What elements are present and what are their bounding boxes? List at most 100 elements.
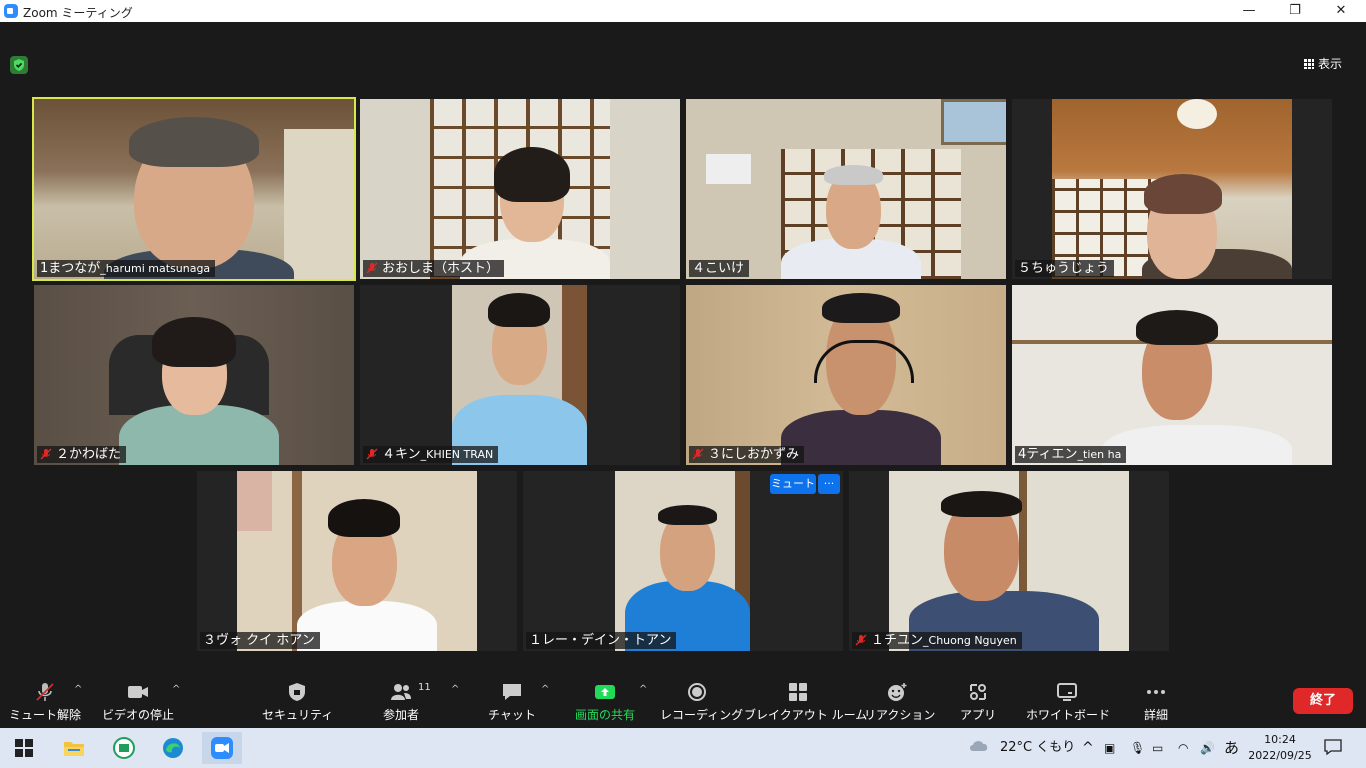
zoom-taskbar-icon[interactable] — [202, 732, 242, 764]
more-label: 詳細 — [1143, 708, 1168, 722]
video-tile[interactable]: １レー・デイン・トアン — [523, 471, 843, 651]
participant-video — [686, 99, 1006, 279]
security-button[interactable]: セキュリティ — [262, 674, 333, 728]
muted-mic-icon — [40, 448, 52, 460]
participant-video — [360, 99, 680, 279]
smiley-plus-icon — [888, 683, 907, 701]
video-camera-icon — [128, 686, 148, 698]
person-body — [1102, 425, 1292, 465]
video-tile[interactable]: ４こいけ — [686, 99, 1006, 279]
store-app-icon[interactable] — [104, 732, 144, 764]
whiteboard-label: ホワイトボード — [1026, 708, 1111, 722]
chat-button[interactable]: チャット — [482, 674, 542, 728]
person-hair — [152, 317, 236, 367]
participants-count: 11 — [418, 682, 431, 693]
participant-name-tag: ３ヴォ クイ ホアン — [200, 632, 320, 649]
edge-browser-icon[interactable] — [153, 732, 193, 764]
title-bar: Zoom ミーティング — ❐ ✕ — [0, 0, 1366, 22]
video-tile[interactable]: １チユン_Chuong Nguyen — [849, 471, 1169, 651]
microphone-tray-icon[interactable]: 🎙 — [1130, 728, 1145, 768]
video-tile[interactable]: 4ティエン_tien ha — [1012, 285, 1332, 465]
breakout-rooms-button[interactable]: ブレイクアウト ルーム — [744, 674, 867, 728]
muted-mic-icon — [855, 634, 867, 646]
view-label: 表示 — [1318, 57, 1343, 71]
video-tile[interactable]: ４キン_KHIEN TRAN — [360, 285, 680, 465]
record-label: レコーディング — [660, 708, 744, 722]
video-tile[interactable]: ５ちゅうじょう — [1012, 99, 1332, 279]
windows-start-icon[interactable] — [4, 732, 44, 764]
participant-video — [34, 285, 354, 465]
restore-button[interactable]: ❐ — [1272, 0, 1318, 22]
file-explorer-icon[interactable] — [54, 732, 94, 764]
view-button[interactable]: 表示 — [1304, 54, 1356, 74]
participant-name-tag: ３にしおかずみ — [689, 446, 805, 463]
windows-taskbar: 22°C くもり ^ ▣ 🎙 ▭ ◠ 🔊 あ 10:24 2022/09/25 — [0, 728, 1366, 768]
participant-name-tag: 1まつなが_harumi matsunaga — [37, 260, 216, 277]
whiteboard-button[interactable]: ホワイトボード — [1026, 674, 1111, 728]
tray-chevron-up-icon[interactable]: ^ — [1082, 728, 1094, 768]
minimize-button[interactable]: — — [1226, 0, 1272, 22]
video-tile[interactable]: 1まつなが_harumi matsunaga — [32, 97, 356, 281]
chat-label: チャット — [488, 708, 536, 722]
zoom-logo-icon — [4, 4, 18, 18]
video-tile[interactable]: ２かわばた — [34, 285, 354, 465]
wifi-icon[interactable]: ◠ — [1178, 728, 1188, 768]
grid-view-icon — [1304, 59, 1314, 69]
volume-icon[interactable]: 🔊 — [1200, 728, 1215, 768]
participant-name-tag: １レー・デイン・トアン — [526, 632, 677, 649]
video-tile[interactable]: おおしま（ホスト） — [360, 99, 680, 279]
participant-video — [1052, 99, 1292, 279]
person-hair — [494, 147, 570, 202]
participant-video — [686, 285, 1006, 465]
participant-name-tag: ２かわばた — [37, 446, 127, 463]
person-hair — [488, 293, 550, 327]
encryption-shield-icon[interactable] — [10, 56, 28, 74]
more-dots-icon — [1147, 690, 1165, 694]
unmute-button[interactable]: ミュート解除 — [8, 674, 82, 728]
reactions-button[interactable]: リアクション — [864, 674, 935, 728]
network-drive-icon[interactable]: ▣ — [1104, 728, 1115, 768]
wall-picture — [941, 99, 1006, 145]
ime-indicator[interactable]: あ — [1224, 728, 1239, 768]
participant-name-tag: ５ちゅうじょう — [1015, 260, 1115, 277]
share-options-chevron-icon[interactable]: ^ — [639, 684, 647, 695]
muted-mic-icon — [366, 262, 378, 274]
video-tile[interactable]: ３にしおかずみ — [686, 285, 1006, 465]
audio-options-chevron-icon[interactable]: ^ — [74, 684, 82, 695]
notification-icon[interactable] — [1324, 728, 1342, 768]
share-screen-icon — [595, 685, 615, 699]
person-hair — [1136, 310, 1218, 345]
chat-bubble-icon — [503, 684, 521, 700]
unmute-label: ミュート解除 — [8, 708, 81, 722]
clock-time: 10:24 — [1264, 733, 1296, 746]
chat-options-chevron-icon[interactable]: ^ — [541, 684, 549, 695]
share-screen-label: 画面の共有 — [574, 708, 635, 722]
participant-video — [237, 471, 477, 651]
apps-button[interactable]: アプリ — [954, 674, 1002, 728]
clock[interactable]: 10:24 2022/09/25 — [1248, 732, 1312, 764]
participants-button[interactable]: 11 参加者 — [370, 674, 432, 728]
end-meeting-button[interactable]: 終了 — [1293, 688, 1353, 714]
participant-name-tag: １チユン_Chuong Nguyen — [852, 632, 1022, 649]
meeting-toolbar: ミュート解除 ^ ビデオの停止 ^ セキュリティ 11 参加者 ^ チャット ^… — [0, 674, 1366, 728]
stop-video-button[interactable]: ビデオの停止 — [100, 674, 176, 728]
share-screen-button[interactable]: 画面の共有 — [570, 674, 640, 728]
weather-cloud-icon[interactable] — [968, 728, 990, 768]
person-hair — [129, 117, 259, 167]
tile-mute-button[interactable]: ミュート — [770, 474, 816, 494]
person-hair — [328, 499, 400, 537]
mic-muted-icon — [36, 683, 54, 701]
muted-mic-icon — [692, 448, 704, 460]
person-hair — [941, 491, 1022, 517]
close-button[interactable]: ✕ — [1318, 0, 1364, 22]
video-options-chevron-icon[interactable]: ^ — [172, 684, 180, 695]
participant-video — [615, 471, 750, 651]
record-button[interactable]: レコーディング — [660, 674, 744, 728]
weather-text[interactable]: 22°C くもり — [1000, 728, 1075, 768]
tile-more-button[interactable]: ··· — [818, 474, 840, 494]
person-hair — [822, 293, 900, 323]
battery-icon[interactable]: ▭ — [1152, 728, 1163, 768]
video-tile[interactable]: ３ヴォ クイ ホアン — [197, 471, 517, 651]
participants-options-chevron-icon[interactable]: ^ — [451, 684, 459, 695]
more-button[interactable]: 詳細 — [1136, 674, 1176, 728]
